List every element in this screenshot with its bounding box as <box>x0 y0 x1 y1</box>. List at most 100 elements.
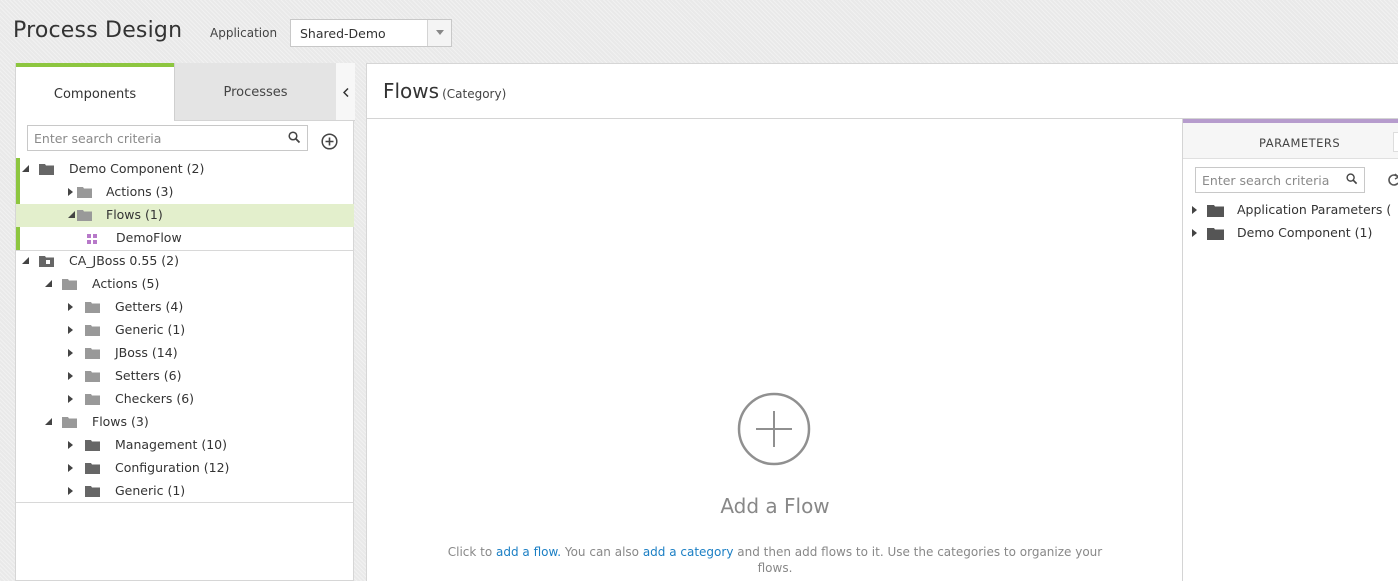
instructions-suffix: and then add flows to it. Use the catego… <box>733 545 1103 575</box>
collapsed-arrow-icon[interactable] <box>68 464 73 472</box>
folder-icon <box>85 463 100 474</box>
parameters-search <box>1195 167 1365 193</box>
collapsed-arrow-icon[interactable] <box>68 372 73 380</box>
collapsed-arrow-icon[interactable] <box>68 326 73 334</box>
tree-item-generic-actions[interactable]: Generic (1) <box>16 319 354 342</box>
collapsed-arrow-icon[interactable] <box>1192 206 1197 214</box>
folder-icon <box>85 440 100 451</box>
tree-item-application-parameters[interactable]: Application Parameters ( <box>1183 199 1398 222</box>
collapse-panel-button[interactable] <box>336 63 355 121</box>
tree-item-jboss-flows[interactable]: Flows (3) <box>16 411 354 434</box>
tree-item-label: Demo Component (1) <box>1237 225 1373 240</box>
app-header: Process Design Application Shared-Demo <box>0 0 1398 62</box>
expanded-arrow-icon[interactable] <box>45 280 52 287</box>
chevron-left-icon <box>342 88 349 97</box>
category-name: Flows <box>383 79 440 103</box>
tree-item-label: DemoFlow <box>116 230 182 245</box>
parameters-panel: PARAMETERS Application Parameters ( Demo… <box>1182 119 1398 581</box>
tree-item-label: Actions (5) <box>92 276 160 291</box>
collapsed-arrow-icon[interactable] <box>68 441 73 449</box>
application-select-value: Shared-Demo <box>300 26 386 41</box>
tree-item-demo-actions[interactable]: Actions (3) <box>16 181 354 204</box>
folder-icon <box>85 302 100 313</box>
next-tab-edge[interactable] <box>1393 132 1398 152</box>
tree-item-demo-component[interactable]: Demo Component (2) <box>16 158 354 181</box>
add-flow-link[interactable]: add a flow. <box>496 545 561 559</box>
add-icon[interactable] <box>321 133 338 150</box>
dropdown-button[interactable] <box>427 20 451 46</box>
tree-item-checkers[interactable]: Checkers (6) <box>16 388 354 411</box>
panel-tabs: Components Processes <box>16 63 355 121</box>
folder-icon <box>77 187 92 198</box>
folder-icon <box>85 348 100 359</box>
tree-item-label: JBoss (14) <box>115 345 178 360</box>
tree-item-management[interactable]: Management (10) <box>16 434 354 457</box>
application-label: Application <box>210 26 278 40</box>
tree-item-getters[interactable]: Getters (4) <box>16 296 354 319</box>
tree-item-demo-flows[interactable]: Flows (1) <box>16 204 354 227</box>
collapsed-arrow-icon[interactable] <box>1192 229 1197 237</box>
add-flow-icon[interactable] <box>737 392 811 466</box>
tree-item-jboss-actions[interactable]: Actions (5) <box>16 273 354 296</box>
folder-icon <box>77 210 92 221</box>
tree-item-label: Configuration (12) <box>115 460 230 475</box>
folder-icon <box>85 486 100 497</box>
tree-item-label: Generic (1) <box>115 483 186 498</box>
instructions-middle: You can also <box>561 545 643 559</box>
flows-header: Flows (Category) <box>367 64 1398 119</box>
collapsed-arrow-icon[interactable] <box>68 395 73 403</box>
tree-item-label: Flows (1) <box>106 207 163 222</box>
add-flow-instructions: Click to add a flow. You can also add a … <box>447 544 1103 576</box>
page-title: Process Design <box>13 18 183 43</box>
parameters-search-input[interactable] <box>1196 168 1341 192</box>
folder-icon <box>85 325 100 336</box>
tree-item-setters[interactable]: Setters (6) <box>16 365 354 388</box>
search-input[interactable] <box>28 126 268 150</box>
component-search <box>27 125 308 151</box>
add-category-link[interactable]: add a category <box>643 545 734 559</box>
tree-item-demoflow[interactable]: DemoFlow <box>16 227 354 250</box>
tab-parameters[interactable]: PARAMETERS <box>1183 119 1398 159</box>
tree-item-label: Demo Component (2) <box>69 161 205 176</box>
instructions-prefix: Click to <box>447 545 497 559</box>
folder-icon <box>39 164 54 175</box>
tree-item-label: Generic (1) <box>115 322 186 337</box>
refresh-icon[interactable] <box>1388 173 1398 187</box>
collapsed-arrow-icon[interactable] <box>68 487 73 495</box>
tab-processes[interactable]: Processes <box>174 63 336 121</box>
chevron-down-icon <box>435 30 444 35</box>
group-separator <box>16 502 354 503</box>
parameters-tree: Application Parameters ( Demo Component … <box>1183 199 1398 245</box>
tree-item-jboss-sub[interactable]: JBoss (14) <box>16 342 354 365</box>
tree-item-generic-flows[interactable]: Generic (1) <box>16 480 354 503</box>
search-icon[interactable] <box>288 131 301 144</box>
tree-item-label: Actions (3) <box>106 184 174 199</box>
tab-components[interactable]: Components <box>16 63 174 121</box>
category-subtitle: (Category) <box>442 87 507 101</box>
tree-item-label: Application Parameters ( <box>1237 202 1392 217</box>
components-panel: Components Processes Demo Component (2) … <box>15 63 355 581</box>
folder-icon <box>85 371 100 382</box>
tree-item-jboss[interactable]: CA_JBoss 0.55 (2) <box>16 250 354 273</box>
folder-icon <box>1207 205 1224 217</box>
application-select[interactable]: Shared-Demo <box>290 19 452 47</box>
collapsed-arrow-icon[interactable] <box>68 303 73 311</box>
folder-icon <box>85 394 100 405</box>
expanded-arrow-icon[interactable] <box>22 257 29 264</box>
search-icon[interactable] <box>1346 173 1358 185</box>
collapsed-arrow-icon[interactable] <box>68 188 73 196</box>
folder-icon <box>1207 228 1224 240</box>
flows-title: Flows (Category) <box>383 79 506 103</box>
tree-item-label: CA_JBoss 0.55 (2) <box>69 253 179 268</box>
expanded-arrow-icon[interactable] <box>68 211 75 218</box>
tree-item-label: Flows (3) <box>92 414 149 429</box>
expanded-arrow-icon[interactable] <box>45 418 52 425</box>
tree-item-configuration[interactable]: Configuration (12) <box>16 457 354 480</box>
component-tree: Demo Component (2) Actions (3) Flows (1)… <box>16 158 354 503</box>
tree-item-label: Checkers (6) <box>115 391 195 406</box>
collapsed-arrow-icon[interactable] <box>68 349 73 357</box>
folder-icon <box>62 279 77 290</box>
expanded-arrow-icon[interactable] <box>22 165 29 172</box>
add-flow-title: Add a Flow <box>720 494 830 518</box>
tree-item-demo-component-params[interactable]: Demo Component (1) <box>1183 222 1398 245</box>
